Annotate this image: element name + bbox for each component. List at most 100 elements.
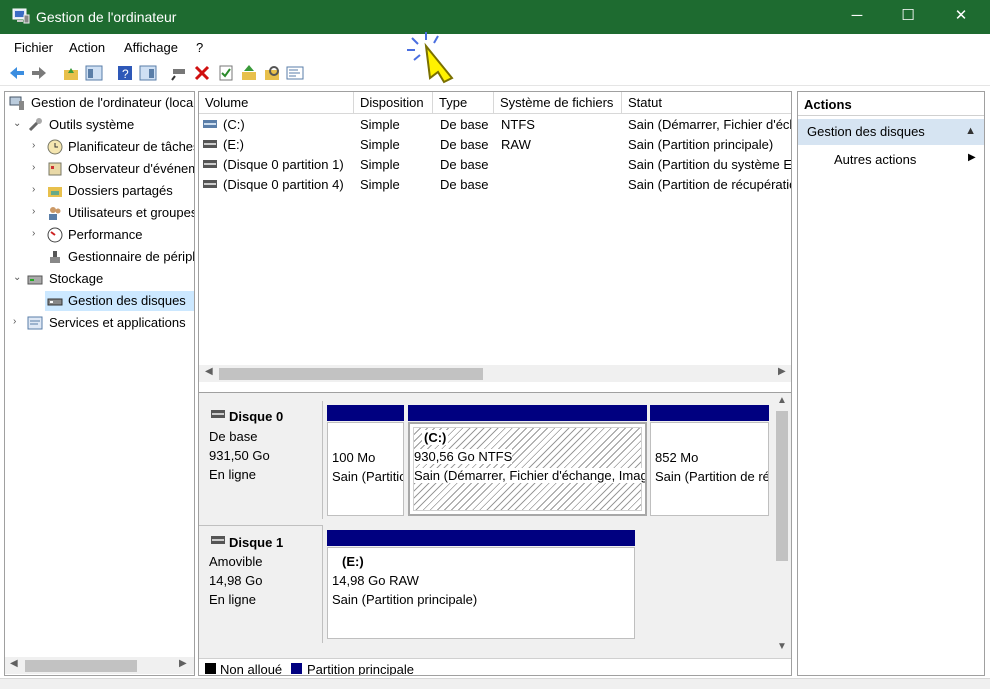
tree-label: Performance: [68, 227, 143, 242]
tree-item-disk-management[interactable]: Gestion des disques: [45, 291, 194, 311]
disk-state: En ligne: [209, 467, 256, 482]
scroll-down-icon[interactable]: ▼: [777, 641, 787, 652]
users-icon: [49, 207, 61, 220]
tree-label: Gestion de l'ordinateur (local): [31, 95, 195, 110]
delete-icon[interactable]: [193, 64, 211, 82]
menu-file[interactable]: Fichier: [14, 40, 53, 55]
console-icon[interactable]: [286, 64, 304, 82]
mouse-cursor-icon: [407, 32, 454, 84]
volume-list-horizontal-scrollbar[interactable]: ◀ ▶: [199, 365, 791, 382]
tree-item-shared-folders[interactable]: › Dossiers partagés: [5, 181, 194, 201]
menu-view[interactable]: Affichage: [124, 40, 178, 55]
cell-layout: Simple: [360, 177, 400, 192]
disk-1-info[interactable]: Disque 1 Amovible 14,98 Go En ligne: [199, 525, 323, 643]
column-header-volume[interactable]: Volume: [199, 92, 354, 114]
forward-icon[interactable]: [30, 64, 48, 82]
cell-type: De base: [440, 117, 489, 132]
cell-status: Sain (Partition du système EFI): [628, 157, 791, 172]
chevron-down-icon[interactable]: ⌄: [13, 272, 23, 283]
tree-label: Dossiers partagés: [68, 183, 173, 198]
menu-help[interactable]: ?: [196, 40, 203, 55]
table-row[interactable]: (Disque 0 partition 1) Simple De base Sa…: [199, 155, 791, 175]
partition-size: 930,56 Go NTFS: [414, 449, 513, 464]
tree-item-storage[interactable]: ⌄ Stockage: [5, 269, 194, 289]
scrollbar-thumb[interactable]: [776, 411, 788, 561]
tree-item-event-viewer[interactable]: › Observateur d'événements: [5, 159, 194, 179]
up-folder-icon[interactable]: [62, 64, 80, 82]
show-tree-icon[interactable]: [85, 64, 103, 82]
actions-group-disk-management[interactable]: Gestion des disques ▲: [798, 119, 984, 145]
table-row[interactable]: (Disque 0 partition 4) Simple De base Sa…: [199, 175, 791, 195]
tree-label: Stockage: [49, 271, 104, 286]
window-title: Gestion de l'ordinateur: [36, 9, 177, 25]
tree-item-performance[interactable]: › Performance: [5, 225, 194, 245]
up-arrow-folder-icon[interactable]: [240, 64, 258, 82]
legend-primary: Partition principale: [307, 662, 414, 676]
tree-label: Planificateur de tâches: [68, 139, 195, 154]
partition-c[interactable]: (C:) 930,56 Go NTFS Sain (Démarrer, Fich…: [408, 422, 647, 516]
table-row[interactable]: (C:) Simple De base NTFS Sain (Démarrer,…: [199, 115, 791, 135]
cell-filesystem: RAW: [501, 137, 531, 152]
chevron-right-icon[interactable]: ›: [32, 228, 42, 239]
chevron-right-icon[interactable]: ›: [32, 184, 42, 195]
chevron-right-icon[interactable]: ›: [32, 206, 42, 217]
tree-item-services-apps[interactable]: › Services et applications: [5, 313, 194, 333]
column-header-layout[interactable]: Disposition: [354, 92, 433, 114]
cell-type: De base: [440, 157, 489, 172]
tree-item-users-groups[interactable]: › Utilisateurs et groupes locaux: [5, 203, 194, 223]
tree-item-system-tools[interactable]: ⌄ Outils système: [5, 115, 194, 135]
minimize-button[interactable]: ─: [832, 0, 882, 34]
scroll-left-icon[interactable]: ◀: [10, 658, 18, 669]
partition-label: (C:): [422, 430, 449, 445]
column-header-type[interactable]: Type: [433, 92, 494, 114]
more-actions-item[interactable]: Autres actions ▶: [834, 152, 976, 167]
checklist-icon[interactable]: [217, 64, 235, 82]
svg-text:?: ?: [122, 67, 129, 81]
scroll-up-icon[interactable]: ▲: [777, 395, 787, 406]
partition-size: 100 Mo: [332, 450, 376, 465]
tree-item-device-manager[interactable]: Gestionnaire de périphériques: [5, 247, 194, 267]
partition-e[interactable]: (E:) 14,98 Go RAW Sain (Partition princi…: [327, 547, 635, 639]
properties-icon[interactable]: [139, 64, 157, 82]
title-bar: Gestion de l'ordinateur ─ ☐ ✕: [0, 0, 990, 34]
tree-item-root[interactable]: Gestion de l'ordinateur (local): [5, 93, 195, 113]
chevron-right-icon[interactable]: ›: [32, 140, 42, 151]
collapse-up-icon[interactable]: ▲: [965, 125, 976, 137]
help-icon[interactable]: ?: [116, 64, 134, 82]
scrollbar-thumb[interactable]: [219, 368, 483, 380]
partition-status: Sain (Partition du système EFI): [332, 469, 403, 484]
disk-state: En ligne: [209, 592, 256, 607]
partition-efi[interactable]: 100 Mo Sain (Partition du système EFI): [327, 422, 404, 516]
menu-bar: Fichier Action Affichage ?: [0, 34, 990, 60]
partition-recovery[interactable]: 852 Mo Sain (Partition de récupération): [650, 422, 769, 516]
menu-action[interactable]: Action: [69, 40, 105, 55]
maximize-button[interactable]: ☐: [883, 0, 933, 34]
cell-layout: Simple: [360, 157, 400, 172]
back-icon[interactable]: [8, 64, 26, 82]
scroll-right-icon[interactable]: ▶: [179, 658, 187, 669]
scroll-left-icon[interactable]: ◀: [205, 366, 213, 377]
more-actions-label: Autres actions: [834, 152, 917, 167]
tree-horizontal-scrollbar[interactable]: ◀ ▶: [5, 657, 194, 674]
cell-volume: (E:): [223, 137, 244, 152]
connect-drive-icon[interactable]: [170, 64, 188, 82]
column-header-filesystem[interactable]: Système de fichiers: [494, 92, 622, 114]
partition-bar: [650, 405, 769, 421]
partition-bar: [408, 405, 647, 421]
chevron-right-icon[interactable]: ›: [32, 162, 42, 173]
chevron-right-icon[interactable]: ›: [13, 316, 23, 327]
search-folder-icon[interactable]: [263, 64, 281, 82]
scrollbar-thumb[interactable]: [25, 660, 137, 672]
disk-0-info[interactable]: Disque 0 De base 931,50 Go En ligne: [199, 401, 323, 519]
scroll-right-icon[interactable]: ▶: [778, 366, 786, 377]
cell-type: De base: [440, 177, 489, 192]
volume-icon: [203, 120, 217, 128]
chevron-down-icon[interactable]: ⌄: [13, 118, 23, 129]
column-header-status[interactable]: Statut: [622, 92, 791, 114]
disk-view-vertical-scrollbar[interactable]: ▲ ▼: [773, 393, 790, 657]
shared-folder-icon: [48, 187, 62, 197]
cell-layout: Simple: [360, 137, 400, 152]
table-row[interactable]: (E:) Simple De base RAW Sain (Partition …: [199, 135, 791, 155]
close-button[interactable]: ✕: [936, 0, 986, 34]
tree-item-task-scheduler[interactable]: › Planificateur de tâches: [5, 137, 195, 157]
